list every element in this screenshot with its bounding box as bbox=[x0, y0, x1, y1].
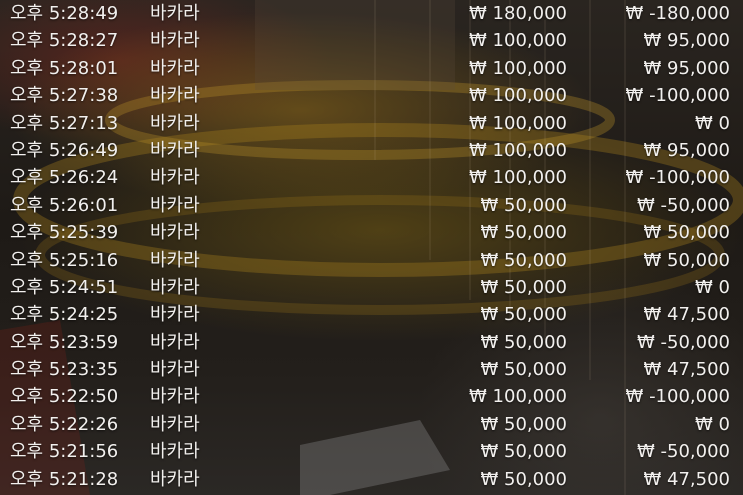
row-bet-amount: ₩ 100,000 bbox=[469, 85, 567, 107]
row-game: 바카라 bbox=[150, 468, 200, 490]
row-result-amount: ₩ -180,000 bbox=[625, 3, 730, 24]
row-bet-amount: ₩ 100,000 bbox=[469, 167, 567, 189]
row-time: 오후 5:28:49 bbox=[10, 3, 119, 24]
history-row[interactable]: 오후 5:26:24 바카라 ₩ 100,000 ₩ -100,000 bbox=[0, 164, 743, 191]
row-result-amount: ₩ -100,000 bbox=[625, 167, 730, 189]
history-row[interactable]: 오후 5:25:39 바카라 ₩ 50,000 ₩ 50,000 bbox=[0, 219, 743, 246]
row-bet-amount: ₩ 50,000 bbox=[480, 276, 567, 298]
row-game: 바카라 bbox=[150, 222, 200, 244]
row-time: 오후 5:28:01 bbox=[10, 57, 119, 79]
history-row[interactable]: 오후 5:28:49 바카라 ₩ 180,000 ₩ -180,000 bbox=[0, 0, 743, 27]
row-bet-amount: ₩ 100,000 bbox=[469, 57, 567, 79]
history-row[interactable]: 오후 5:28:27 바카라 ₩ 100,000 ₩ 95,000 bbox=[0, 27, 743, 54]
row-result-amount: ₩ 50,000 bbox=[643, 249, 730, 271]
row-bet-amount: ₩ 50,000 bbox=[480, 441, 567, 463]
bet-history-screen: 오후 5:28:49 바카라 ₩ 180,000 ₩ -180,000 오후 5… bbox=[0, 0, 743, 495]
row-result-amount: ₩ -100,000 bbox=[625, 386, 730, 408]
row-result-amount: ₩ 95,000 bbox=[643, 57, 730, 79]
row-game: 바카라 bbox=[150, 413, 200, 435]
row-result-amount: ₩ 0 bbox=[695, 112, 730, 134]
row-result-amount: ₩ -50,000 bbox=[637, 441, 730, 463]
history-row[interactable]: 오후 5:26:01 바카라 ₩ 50,000 ₩ -50,000 bbox=[0, 192, 743, 219]
row-game: 바카라 bbox=[150, 276, 200, 298]
row-bet-amount: ₩ 50,000 bbox=[480, 468, 567, 490]
row-time: 오후 5:23:35 bbox=[10, 359, 119, 381]
row-time: 오후 5:22:26 bbox=[10, 413, 119, 435]
bet-history-list: 오후 5:28:49 바카라 ₩ 180,000 ₩ -180,000 오후 5… bbox=[0, 0, 743, 495]
row-result-amount: ₩ 47,500 bbox=[643, 359, 730, 381]
row-game: 바카라 bbox=[150, 57, 200, 79]
row-game: 바카라 bbox=[150, 30, 200, 52]
row-game: 바카라 bbox=[150, 359, 200, 381]
row-bet-amount: ₩ 50,000 bbox=[480, 304, 567, 326]
row-bet-amount: ₩ 50,000 bbox=[480, 194, 567, 216]
row-game: 바카라 bbox=[150, 112, 200, 134]
row-bet-amount: ₩ 50,000 bbox=[480, 413, 567, 435]
row-time: 오후 5:21:28 bbox=[10, 468, 119, 490]
row-game: 바카라 bbox=[150, 386, 200, 408]
row-result-amount: ₩ -50,000 bbox=[637, 194, 730, 216]
row-bet-amount: ₩ 100,000 bbox=[469, 386, 567, 408]
row-result-amount: ₩ -100,000 bbox=[625, 85, 730, 107]
row-game: 바카라 bbox=[150, 304, 200, 326]
row-game: 바카라 bbox=[150, 331, 200, 353]
row-game: 바카라 bbox=[150, 3, 200, 24]
row-result-amount: ₩ 95,000 bbox=[643, 139, 730, 161]
row-game: 바카라 bbox=[150, 167, 200, 189]
row-result-amount: ₩ -50,000 bbox=[637, 331, 730, 353]
row-game: 바카라 bbox=[150, 249, 200, 271]
row-time: 오후 5:23:59 bbox=[10, 331, 119, 353]
history-row[interactable]: 오후 5:26:49 바카라 ₩ 100,000 ₩ 95,000 bbox=[0, 137, 743, 164]
row-bet-amount: ₩ 50,000 bbox=[480, 331, 567, 353]
history-row[interactable]: 오후 5:27:38 바카라 ₩ 100,000 ₩ -100,000 bbox=[0, 82, 743, 109]
history-row[interactable]: 오후 5:25:16 바카라 ₩ 50,000 ₩ 50,000 bbox=[0, 247, 743, 274]
row-game: 바카라 bbox=[150, 441, 200, 463]
history-row[interactable]: 오후 5:24:51 바카라 ₩ 50,000 ₩ 0 bbox=[0, 274, 743, 301]
row-time: 오후 5:25:16 bbox=[10, 249, 119, 271]
row-result-amount: ₩ 95,000 bbox=[643, 30, 730, 52]
row-time: 오후 5:24:51 bbox=[10, 276, 119, 298]
row-bet-amount: ₩ 50,000 bbox=[480, 249, 567, 271]
history-row[interactable]: 오후 5:22:26 바카라 ₩ 50,000 ₩ 0 bbox=[0, 411, 743, 438]
row-time: 오후 5:26:24 bbox=[10, 167, 119, 189]
history-row[interactable]: 오후 5:28:01 바카라 ₩ 100,000 ₩ 95,000 bbox=[0, 55, 743, 82]
row-time: 오후 5:26:01 bbox=[10, 194, 119, 216]
row-game: 바카라 bbox=[150, 85, 200, 107]
row-time: 오후 5:25:39 bbox=[10, 222, 119, 244]
row-time: 오후 5:27:13 bbox=[10, 112, 119, 134]
history-row[interactable]: 오후 5:22:50 바카라 ₩ 100,000 ₩ -100,000 bbox=[0, 383, 743, 410]
history-row[interactable]: 오후 5:23:35 바카라 ₩ 50,000 ₩ 47,500 bbox=[0, 356, 743, 383]
row-bet-amount: ₩ 50,000 bbox=[480, 359, 567, 381]
history-row[interactable]: 오후 5:23:59 바카라 ₩ 50,000 ₩ -50,000 bbox=[0, 329, 743, 356]
history-row[interactable]: 오후 5:21:28 바카라 ₩ 50,000 ₩ 47,500 bbox=[0, 466, 743, 493]
row-bet-amount: ₩ 50,000 bbox=[480, 222, 567, 244]
row-result-amount: ₩ 0 bbox=[695, 276, 730, 298]
row-result-amount: ₩ 50,000 bbox=[643, 222, 730, 244]
history-row[interactable]: 오후 5:27:13 바카라 ₩ 100,000 ₩ 0 bbox=[0, 110, 743, 137]
row-bet-amount: ₩ 100,000 bbox=[469, 30, 567, 52]
row-time: 오후 5:21:56 bbox=[10, 441, 119, 463]
row-game: 바카라 bbox=[150, 194, 200, 216]
row-result-amount: ₩ 0 bbox=[695, 413, 730, 435]
row-game: 바카라 bbox=[150, 139, 200, 161]
row-time: 오후 5:27:38 bbox=[10, 85, 119, 107]
row-time: 오후 5:28:27 bbox=[10, 30, 119, 52]
row-result-amount: ₩ 47,500 bbox=[643, 468, 730, 490]
row-bet-amount: ₩ 180,000 bbox=[469, 3, 567, 24]
row-time: 오후 5:22:50 bbox=[10, 386, 119, 408]
row-time: 오후 5:24:25 bbox=[10, 304, 119, 326]
row-result-amount: ₩ 47,500 bbox=[643, 304, 730, 326]
row-bet-amount: ₩ 100,000 bbox=[469, 112, 567, 134]
history-row[interactable]: 오후 5:21:56 바카라 ₩ 50,000 ₩ -50,000 bbox=[0, 438, 743, 465]
history-row[interactable]: 오후 5:24:25 바카라 ₩ 50,000 ₩ 47,500 bbox=[0, 301, 743, 328]
row-bet-amount: ₩ 100,000 bbox=[469, 139, 567, 161]
row-time: 오후 5:26:49 bbox=[10, 139, 119, 161]
